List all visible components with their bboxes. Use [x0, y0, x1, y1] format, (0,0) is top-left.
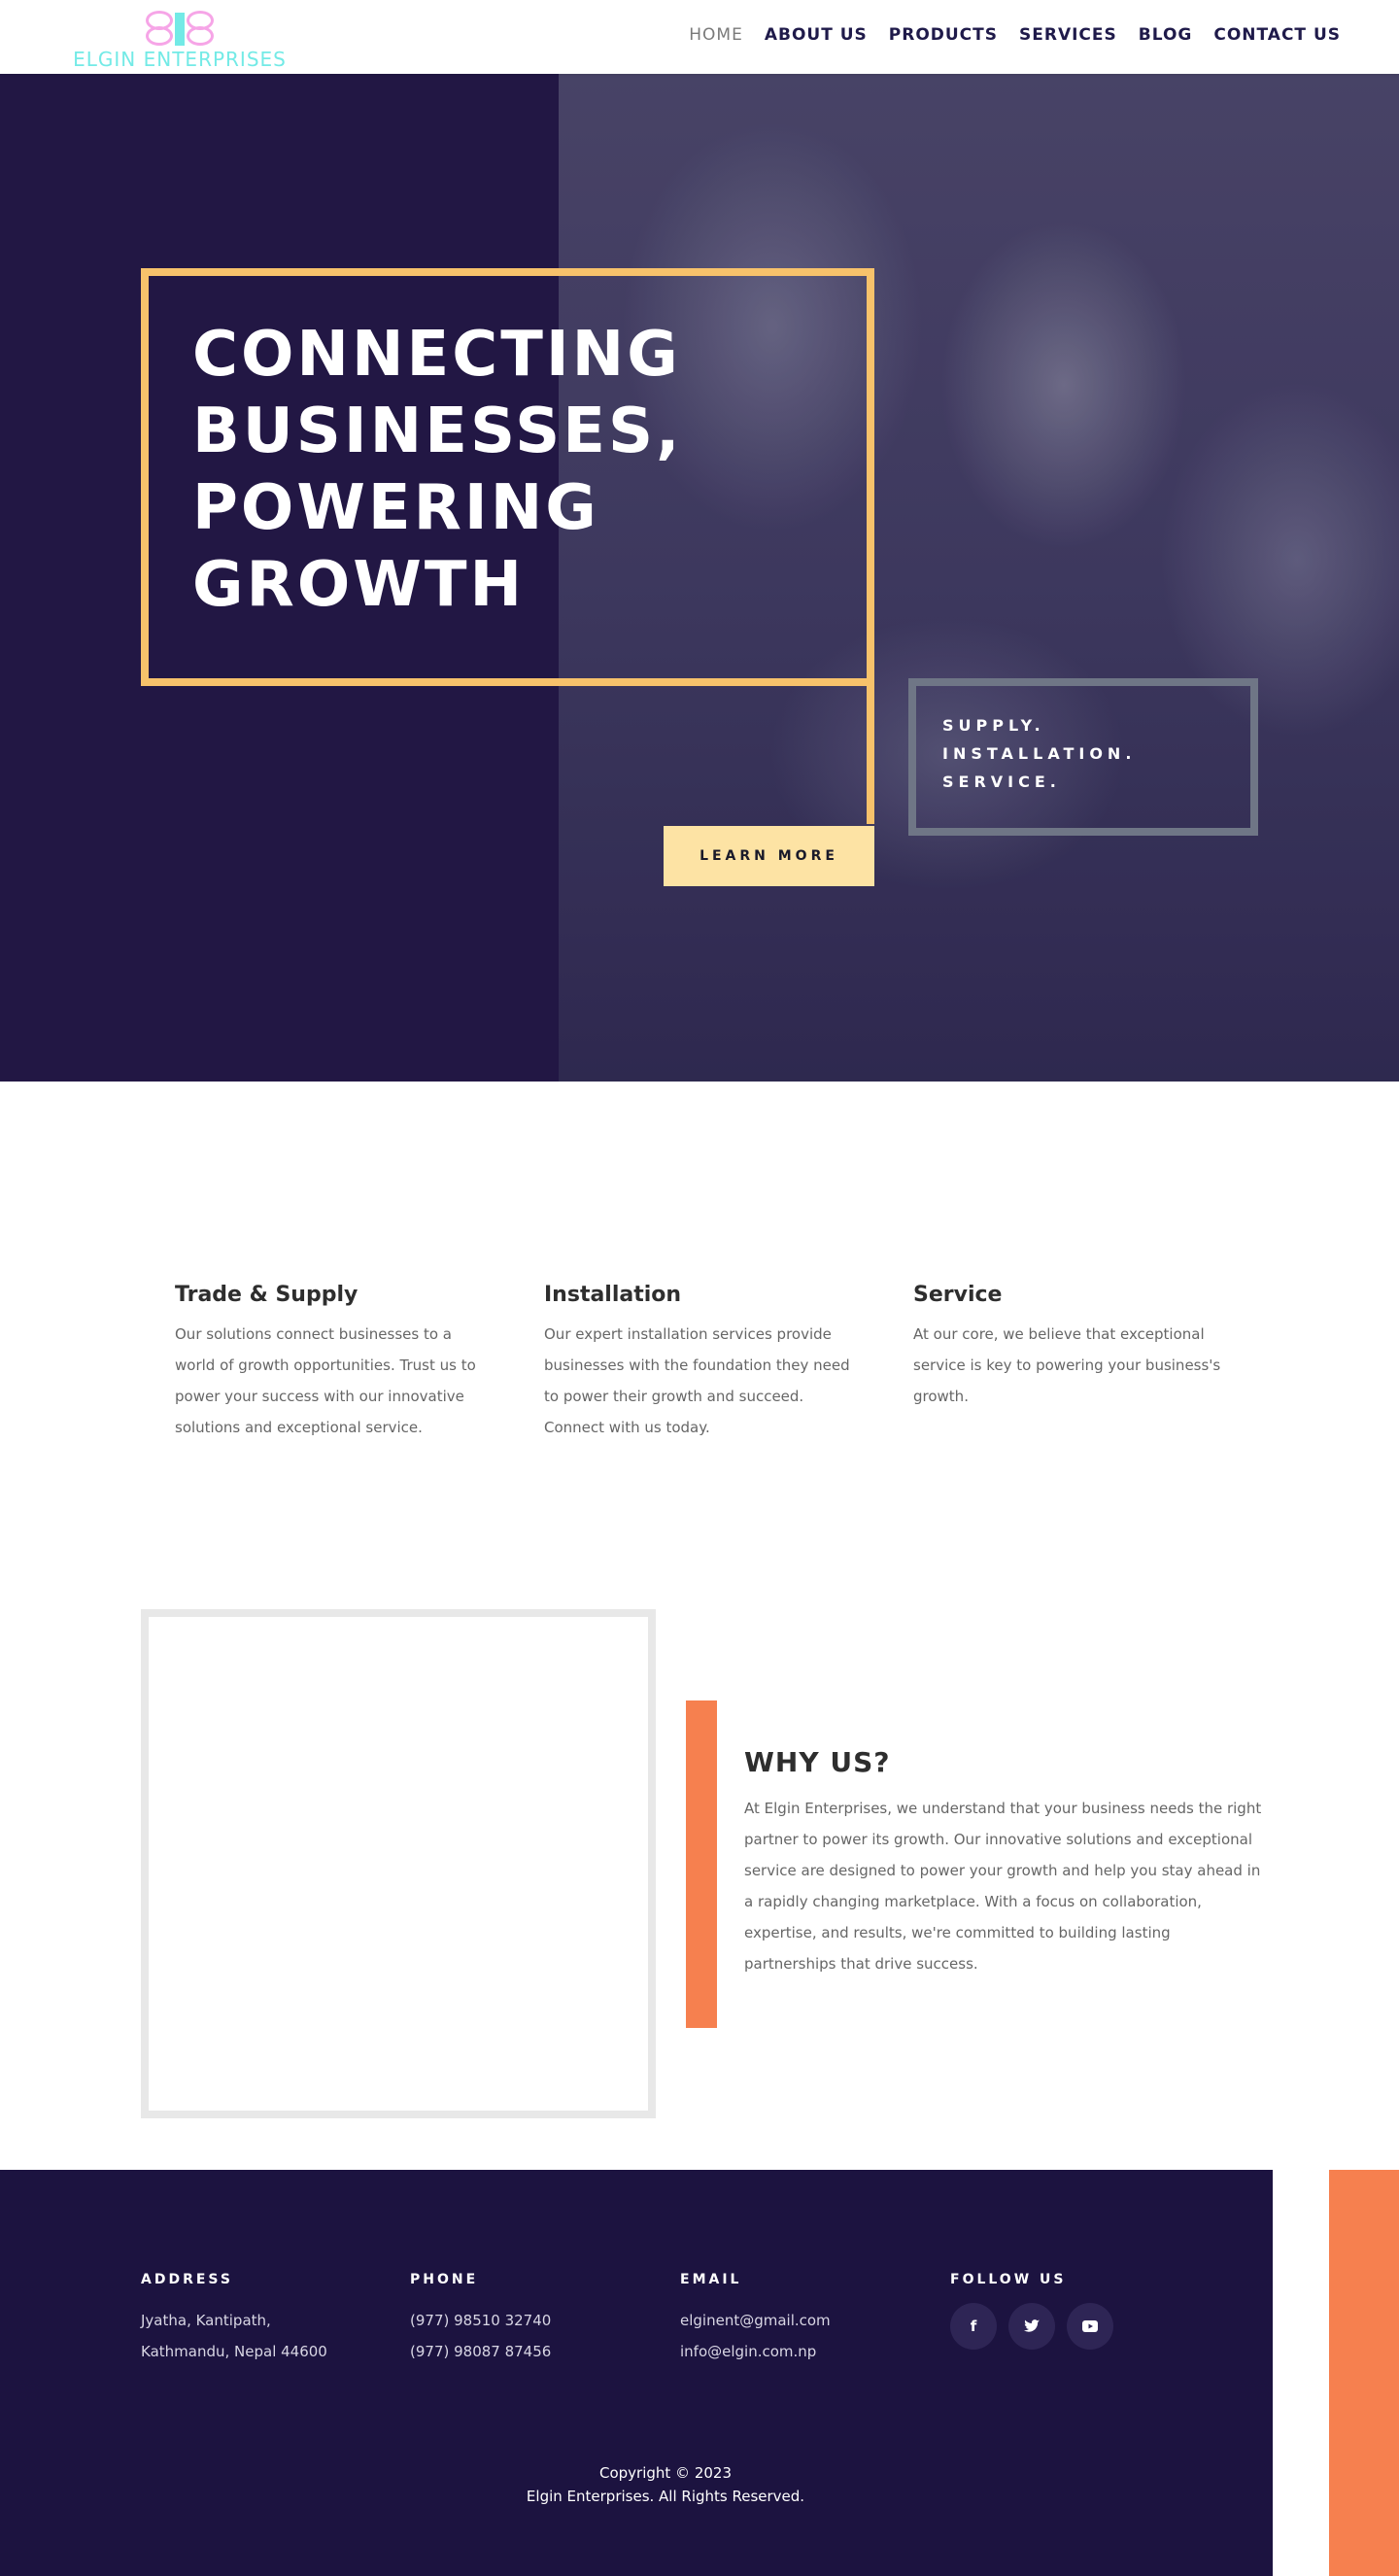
feature-trade-supply: Trade & Supply Our solutions connect bus… [175, 1283, 486, 1443]
footer-heading: PHONE [410, 2272, 479, 2287]
hero-title-line: GROWTH [192, 549, 526, 621]
footer-phone: PHONE (977) 98510 32740 (977) 98087 8745… [410, 2272, 653, 2367]
hero-section: CONNECTING BUSINESSES, POWERING GROWTH S… [0, 74, 1399, 1082]
why-us-text: At Elgin Enterprises, we understand that… [744, 1800, 1262, 1973]
hero-title-line: CONNECTING [192, 319, 681, 391]
tagline-line: SUPPLY. [942, 716, 1045, 735]
features-section: Trade & Supply Our solutions connect bus… [175, 1283, 1244, 1443]
hero-title-line: BUSINESSES, [192, 395, 683, 467]
footer-heading: EMAIL [680, 2272, 742, 2287]
facebook-icon[interactable]: f [950, 2303, 997, 2350]
footer-heading: FOLLOW US [950, 2272, 1067, 2287]
why-us-title: WHY US? [744, 1746, 891, 1778]
main-nav: HOME ABOUT US PRODUCTS SERVICES BLOG CON… [689, 25, 1341, 45]
logo[interactable]: ELGIN ENTERPRISES [58, 9, 301, 71]
hero-frame-extension [867, 678, 874, 824]
tagline-line: INSTALLATION. [942, 744, 1137, 763]
nav-products[interactable]: PRODUCTS [889, 25, 998, 45]
footer-address-line: Jyatha, Kantipath, [141, 2312, 271, 2329]
logo-text: ELGIN ENTERPRISES [73, 48, 287, 71]
copyright-line: Copyright © 2023 [598, 2464, 732, 2482]
site-header: ELGIN ENTERPRISES HOME ABOUT US PRODUCTS… [0, 0, 1399, 74]
feature-title: Trade & Supply [175, 1283, 358, 1307]
feature-title: Service [913, 1283, 1003, 1307]
feature-service: Service At our core, we believe that exc… [913, 1283, 1224, 1443]
tagline: SUPPLY. INSTALLATION. SERVICE. [942, 711, 1136, 796]
why-us-accent-bar [686, 1700, 717, 2028]
footer-email: EMAIL elginent@gmail.com info@elgin.com.… [680, 2272, 923, 2367]
footer-follow-us: FOLLOW US f [950, 2272, 1193, 2350]
tagline-box: SUPPLY. INSTALLATION. SERVICE. [908, 678, 1258, 836]
footer-address-line: Kathmandu, Nepal 44600 [141, 2343, 327, 2360]
footer-email-address[interactable]: elginent@gmail.com [680, 2305, 923, 2336]
feature-text: Our expert installation services provide… [544, 1325, 850, 1436]
hero-title-line: POWERING [192, 472, 599, 544]
copyright: Copyright © 2023 Elgin Enterprises. All … [0, 2461, 1331, 2508]
feature-installation: Installation Our expert installation ser… [544, 1283, 855, 1443]
nav-blog[interactable]: BLOG [1139, 25, 1193, 45]
nav-contact-us[interactable]: CONTACT US [1213, 25, 1341, 45]
feature-title: Installation [544, 1283, 682, 1307]
footer-phone-number[interactable]: (977) 98087 87456 [410, 2336, 653, 2367]
tagline-line: SERVICE. [942, 773, 1061, 791]
footer-phone-number[interactable]: (977) 98510 32740 [410, 2305, 653, 2336]
nav-about-us[interactable]: ABOUT US [765, 25, 868, 45]
footer-address: ADDRESS Jyatha, Kantipath, Kathmandu, Ne… [141, 2272, 384, 2367]
logo-mark-icon [146, 11, 214, 48]
feature-text: At our core, we believe that exceptional… [913, 1325, 1221, 1405]
footer-heading: ADDRESS [141, 2272, 233, 2287]
social-links: f [950, 2303, 1193, 2350]
footer-email-address[interactable]: info@elgin.com.np [680, 2336, 923, 2367]
nav-services[interactable]: SERVICES [1019, 25, 1117, 45]
hero-title: CONNECTING BUSINESSES, POWERING GROWTH [192, 317, 775, 624]
twitter-icon[interactable] [1008, 2303, 1055, 2350]
learn-more-button[interactable]: LEARN MORE [664, 826, 874, 886]
footer-accent-bar [1329, 2170, 1399, 2576]
copyright-line: Elgin Enterprises. All Rights Reserved. [526, 2488, 805, 2505]
nav-home[interactable]: HOME [689, 25, 743, 45]
feature-text: Our solutions connect businesses to a wo… [175, 1325, 476, 1436]
site-footer: ADDRESS Jyatha, Kantipath, Kathmandu, Ne… [0, 2170, 1273, 2576]
youtube-icon[interactable] [1067, 2303, 1113, 2350]
image-frame [141, 1609, 656, 2118]
